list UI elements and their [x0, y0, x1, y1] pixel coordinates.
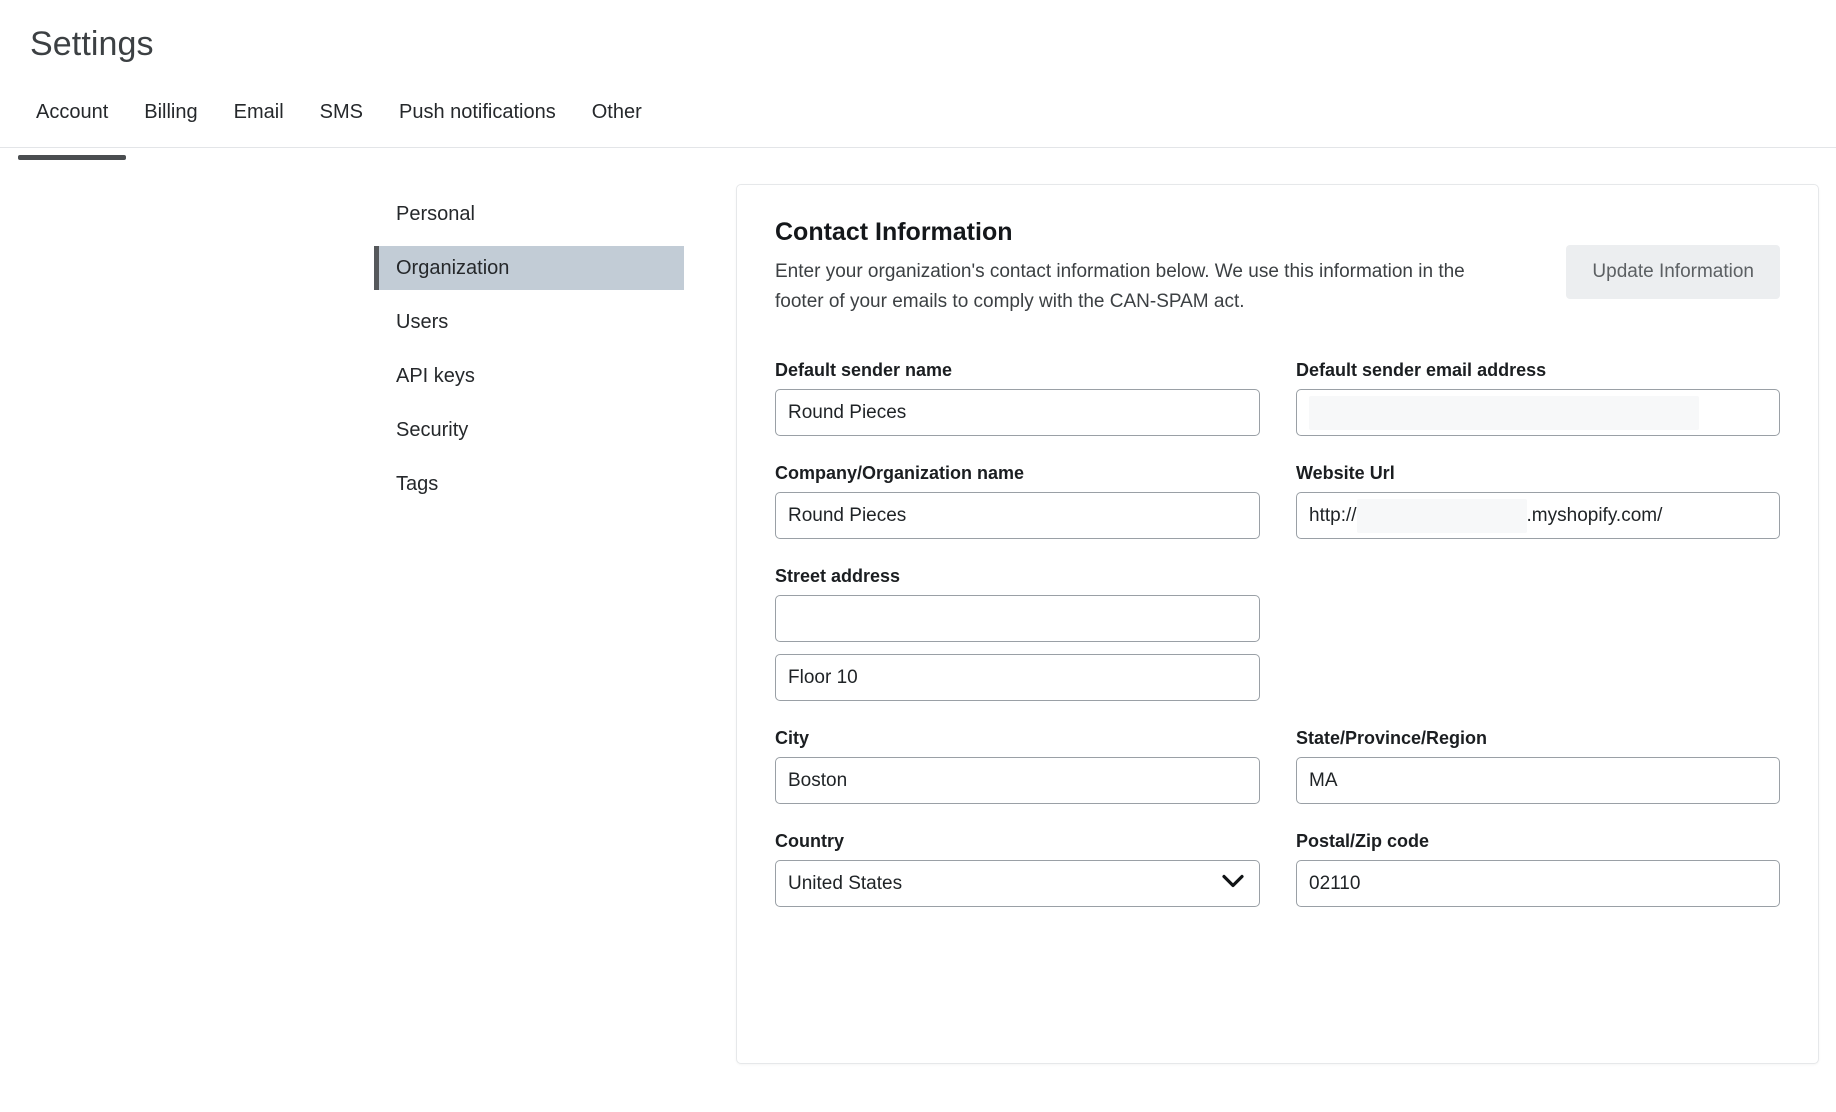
sidebar-item-personal[interactable]: Personal: [374, 192, 684, 236]
street-address-right-empty: [1296, 565, 1780, 727]
postal-zip-code-input[interactable]: [1296, 860, 1780, 907]
tab-sms[interactable]: SMS: [302, 100, 381, 124]
sidebar-item-label: Organization: [396, 257, 509, 280]
field-label: Company/Organization name: [775, 462, 1260, 484]
field-postal-zip-code: Postal/Zip code: [1296, 830, 1780, 907]
field-label: Default sender name: [775, 359, 1260, 381]
default-sender-name-input[interactable]: [775, 389, 1260, 436]
field-company-organization-name: Company/Organization name: [775, 462, 1260, 539]
sidebar-item-users[interactable]: Users: [374, 300, 684, 344]
field-label: Default sender email address: [1296, 359, 1780, 381]
field-street-address: Street address: [775, 565, 1260, 701]
card-title: Contact Information: [775, 217, 1475, 247]
update-information-button[interactable]: Update Information: [1566, 245, 1780, 299]
tab-push-notifications[interactable]: Push notifications: [381, 100, 574, 124]
country-select[interactable]: United States: [775, 860, 1260, 907]
field-label: Street address: [775, 565, 1260, 587]
country-select-wrapper: United States: [775, 860, 1260, 907]
sidebar-item-label: Security: [396, 419, 468, 442]
contact-information-card: Contact Information Enter your organizat…: [736, 184, 1819, 1064]
contact-form: Default sender name Default sender email…: [775, 359, 1780, 933]
sidebar-item-api-keys[interactable]: API keys: [374, 354, 684, 398]
redacted-subdomain: [1357, 499, 1527, 533]
default-sender-email-input[interactable]: [1296, 389, 1780, 436]
website-url-value: http:// .myshopify.com/: [1309, 493, 1662, 538]
redacted-email-value: [1309, 396, 1699, 430]
url-prefix: http://: [1309, 493, 1357, 538]
field-label: State/Province/Region: [1296, 727, 1780, 749]
card-description: Enter your organization's contact inform…: [775, 257, 1475, 317]
field-label: Country: [775, 830, 1260, 852]
sidebar-item-organization[interactable]: Organization: [374, 246, 684, 290]
card-header: Contact Information Enter your organizat…: [775, 217, 1780, 317]
field-label: Postal/Zip code: [1296, 830, 1780, 852]
field-city: City: [775, 727, 1260, 804]
tab-account[interactable]: Account: [18, 100, 126, 124]
tab-other[interactable]: Other: [574, 100, 660, 124]
tab-email[interactable]: Email: [216, 100, 302, 124]
sidebar-item-security[interactable]: Security: [374, 408, 684, 452]
field-label: City: [775, 727, 1260, 749]
left-spacer: [0, 184, 374, 1064]
sidebar-item-label: Personal: [396, 203, 475, 226]
content-area: Personal Organization Users API keys Sec…: [0, 148, 1836, 1064]
company-organization-name-input[interactable]: [775, 492, 1260, 539]
card-header-text: Contact Information Enter your organizat…: [775, 217, 1475, 317]
sidebar-item-tags[interactable]: Tags: [374, 462, 684, 506]
website-url-input[interactable]: http:// .myshopify.com/: [1296, 492, 1780, 539]
tab-billing[interactable]: Billing: [126, 100, 215, 124]
page-header: Settings: [0, 0, 1836, 64]
url-suffix: .myshopify.com/: [1527, 493, 1663, 538]
field-default-sender-email: Default sender email address: [1296, 359, 1780, 436]
sidebar-item-label: Users: [396, 311, 448, 334]
sidebar-item-label: Tags: [396, 473, 438, 496]
street-address-line2-input[interactable]: [775, 654, 1260, 701]
tabbar: Account Billing Email SMS Push notificat…: [0, 100, 1836, 148]
state-province-region-input[interactable]: [1296, 757, 1780, 804]
field-default-sender-name: Default sender name: [775, 359, 1260, 436]
tab-list: Account Billing Email SMS Push notificat…: [18, 100, 1836, 147]
country-select-value: United States: [788, 861, 902, 906]
field-website-url: Website Url http:// .myshopify.com/: [1296, 462, 1780, 539]
field-state-province-region: State/Province/Region: [1296, 727, 1780, 804]
field-country: Country United States: [775, 830, 1260, 907]
settings-sidenav: Personal Organization Users API keys Sec…: [374, 184, 684, 1064]
field-label: Website Url: [1296, 462, 1780, 484]
street-address-line1-input[interactable]: [775, 595, 1260, 642]
page-title: Settings: [30, 24, 1836, 64]
sidebar-item-label: API keys: [396, 365, 475, 388]
city-input[interactable]: [775, 757, 1260, 804]
